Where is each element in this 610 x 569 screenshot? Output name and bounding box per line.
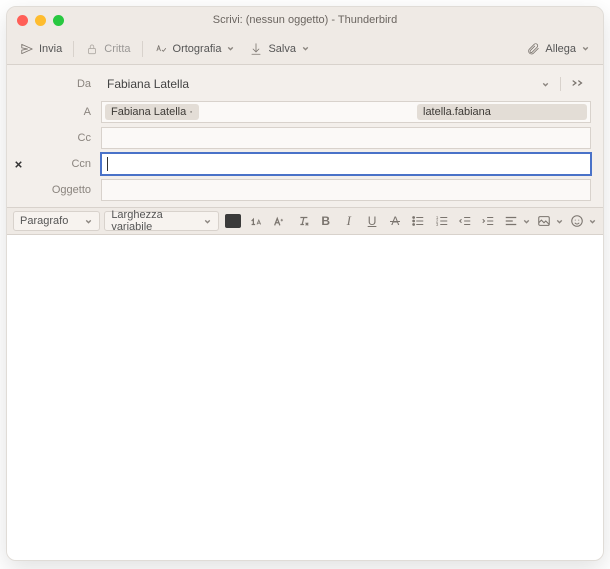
save-label: Salva <box>268 43 296 55</box>
bcc-row: Ccn <box>19 153 591 175</box>
subject-label: Oggetto <box>19 184 95 196</box>
send-label: Invia <box>39 43 62 55</box>
separator <box>142 41 143 57</box>
cc-label: Cc <box>19 132 95 144</box>
spelling-label: Ortografia <box>173 43 222 55</box>
format-toolbar: Paragrafo Larghezza variabile B I U A 12… <box>7 207 603 235</box>
numbered-list-button[interactable]: 123 <box>432 211 451 231</box>
indent-button[interactable] <box>478 211 497 231</box>
message-body-editor[interactable] <box>7 235 603 560</box>
bold-button[interactable]: B <box>316 211 335 231</box>
paperclip-icon <box>526 42 540 56</box>
chevron-down-icon <box>203 217 212 226</box>
to-field[interactable]: Fabiana Latella · latella.fabiana <box>101 101 591 123</box>
encrypt-button[interactable]: Critta <box>78 38 137 60</box>
text-caret <box>107 157 108 171</box>
bcc-label: Ccn <box>19 158 95 170</box>
subject-field[interactable] <box>101 179 591 201</box>
cc-row: Cc <box>19 127 591 149</box>
attach-button[interactable]: Allega <box>519 38 597 60</box>
separator <box>73 41 74 57</box>
svg-text:3: 3 <box>435 222 438 227</box>
strikethrough-button[interactable]: A <box>386 211 405 231</box>
remove-formatting-button[interactable] <box>293 211 312 231</box>
chevron-down-icon[interactable] <box>522 217 531 226</box>
paragraph-style-select[interactable]: Paragrafo <box>13 211 100 231</box>
main-toolbar: Invia Critta Ortografia Salva <box>7 33 603 65</box>
window-title: Scrivi: (nessun oggetto) - Thunderbird <box>7 14 603 26</box>
to-row: A Fabiana Latella · latella.fabiana <box>19 101 591 123</box>
send-button[interactable]: Invia <box>13 38 69 60</box>
from-value: Fabiana Latella <box>101 74 195 94</box>
chevron-down-icon <box>301 44 310 53</box>
font-family-select[interactable]: Larghezza variabile <box>104 211 219 231</box>
outdent-button[interactable] <box>455 211 474 231</box>
text-color-button[interactable] <box>223 211 242 231</box>
underline-button[interactable]: U <box>362 211 381 231</box>
chevron-down-icon <box>84 217 93 226</box>
to-label: A <box>19 106 95 118</box>
strikethrough-icon: A <box>391 214 399 228</box>
chevron-down-icon <box>581 44 590 53</box>
subject-row: Oggetto <box>19 179 591 201</box>
bcc-field[interactable] <box>101 153 591 175</box>
titlebar: Scrivi: (nessun oggetto) - Thunderbird <box>7 7 603 33</box>
save-button[interactable]: Salva <box>242 38 317 60</box>
chevron-down-icon[interactable] <box>588 217 597 226</box>
compose-window: Scrivi: (nessun oggetto) - Thunderbird I… <box>6 6 604 561</box>
font-family-value: Larghezza variabile <box>111 209 187 233</box>
remove-bcc-button[interactable] <box>11 157 25 171</box>
font-size-decrease-button[interactable] <box>247 211 266 231</box>
send-icon <box>20 42 34 56</box>
recipient-pill[interactable]: latella.fabiana <box>417 104 587 120</box>
align-button[interactable] <box>501 211 520 231</box>
attach-label: Allega <box>545 43 576 55</box>
lock-icon <box>85 42 99 56</box>
color-swatch-icon <box>225 214 241 228</box>
from-label: Da <box>19 78 95 90</box>
encrypt-label: Critta <box>104 43 130 55</box>
chevron-down-icon[interactable] <box>555 217 564 226</box>
from-field[interactable]: Fabiana Latella <box>101 71 591 97</box>
cc-field[interactable] <box>101 127 591 149</box>
show-more-headers-button[interactable] <box>565 71 591 97</box>
italic-icon: I <box>347 213 351 229</box>
paragraph-style-value: Paragrafo <box>20 215 68 227</box>
bold-icon: B <box>321 214 330 228</box>
message-headers: Da Fabiana Latella A Fabiana Latella · <box>7 65 603 207</box>
bullet-list-button[interactable] <box>409 211 428 231</box>
from-row: Da Fabiana Latella <box>19 71 591 97</box>
spelling-button[interactable]: Ortografia <box>147 38 243 60</box>
recipient-pill[interactable]: Fabiana Latella · <box>105 104 199 120</box>
separator <box>560 77 561 91</box>
from-dropdown[interactable] <box>535 76 556 93</box>
italic-button[interactable]: I <box>339 211 358 231</box>
underline-icon: U <box>368 214 377 228</box>
chevron-down-icon <box>226 44 235 53</box>
save-icon <box>249 42 263 56</box>
emoji-button[interactable] <box>568 211 587 231</box>
insert-button[interactable] <box>535 211 554 231</box>
font-size-increase-button[interactable] <box>270 211 289 231</box>
spellcheck-icon <box>154 42 168 56</box>
